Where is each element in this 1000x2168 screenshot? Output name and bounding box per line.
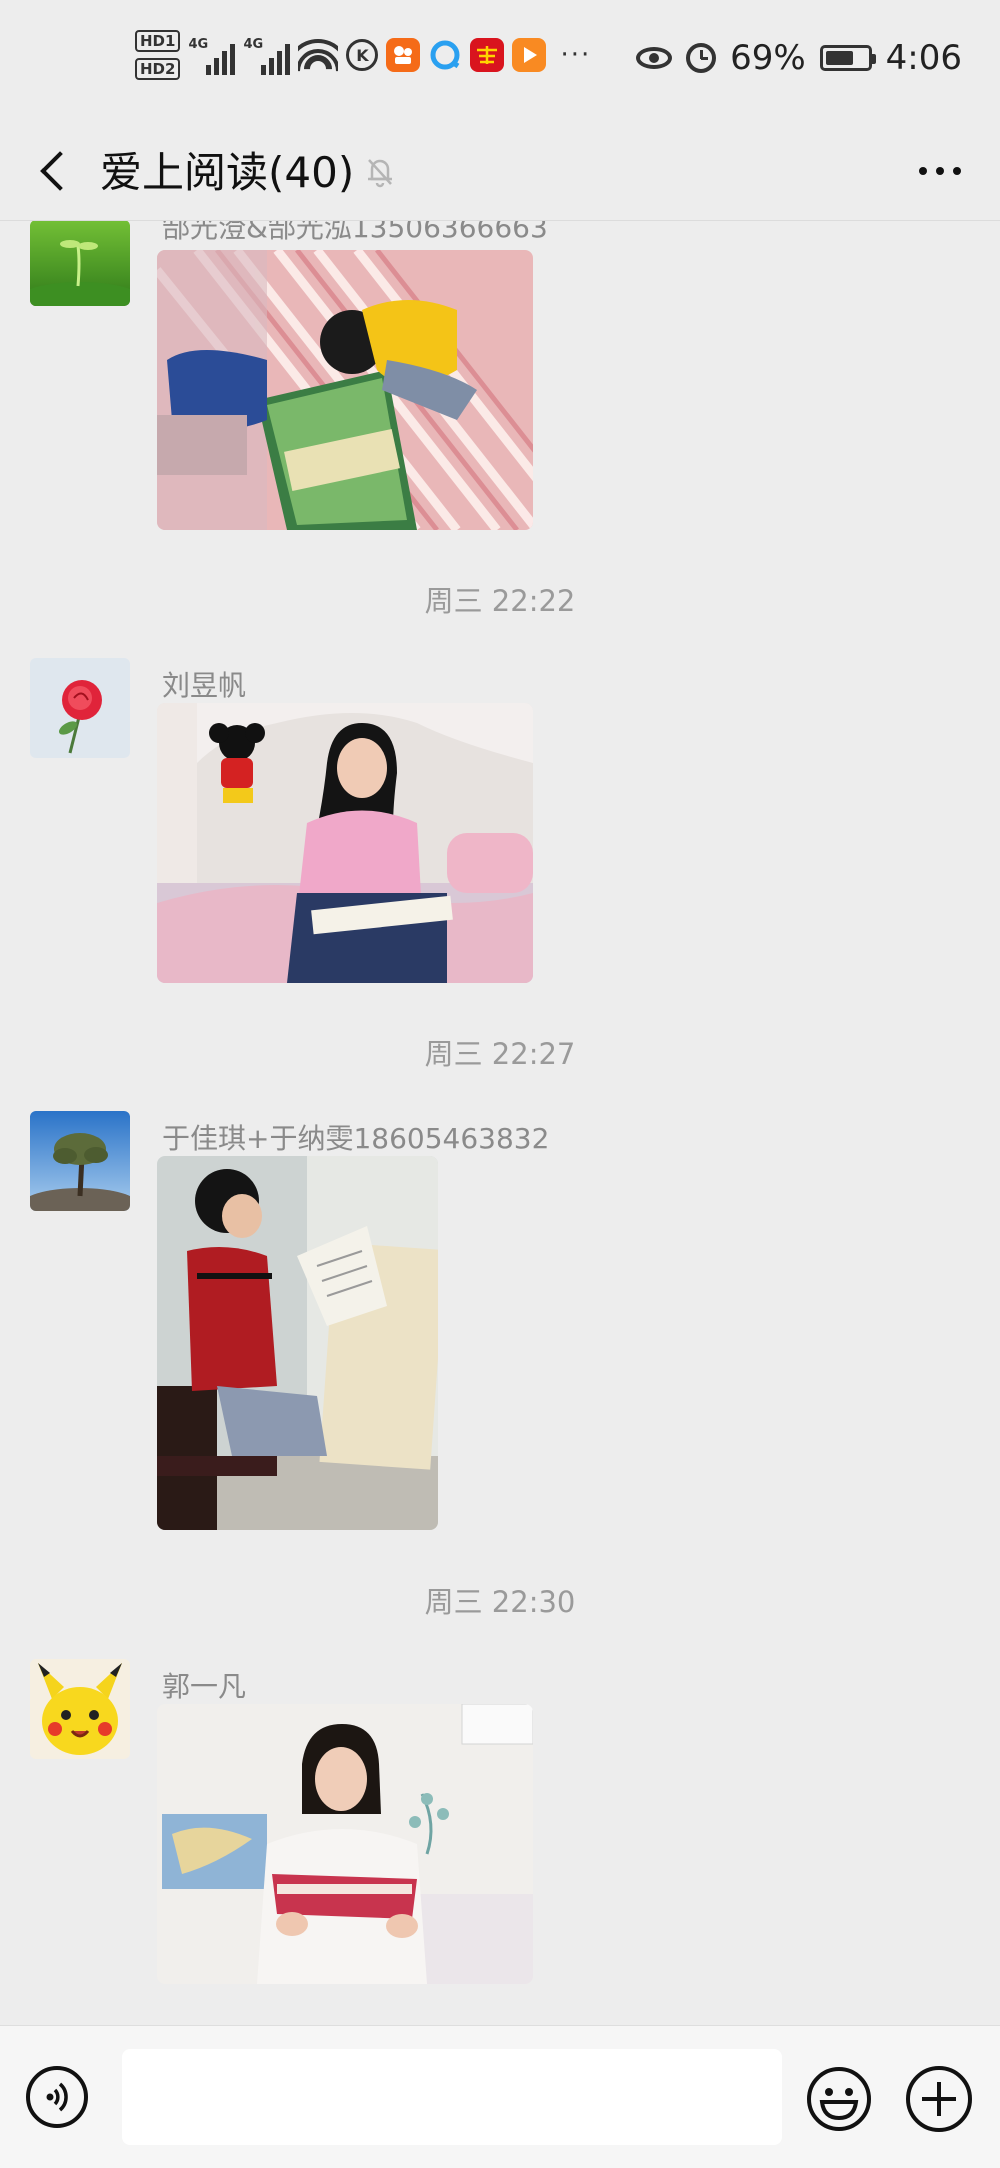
- voice-input-icon[interactable]: [26, 2066, 88, 2128]
- battery-percent: 69%: [730, 38, 806, 78]
- emoji-icon[interactable]: [806, 2066, 872, 2132]
- signal-1-icon: 4G: [188, 35, 236, 75]
- muted-bell-icon: [368, 159, 392, 188]
- timestamp: 周三 22:22: [424, 584, 576, 618]
- signal-2-icon: 4G: [243, 35, 291, 75]
- tree-avatar[interactable]: [30, 1111, 130, 1211]
- girl-reading-standing-photo[interactable]: [157, 1704, 533, 1984]
- status-bar: HD1 HD2 4G 4G K ··· 69% 4:06: [0, 0, 1000, 125]
- eye-comfort-icon: [636, 47, 673, 69]
- status-left: HD1 HD2 4G 4G K ···: [135, 30, 591, 80]
- sender-name: 郭一凡: [162, 1670, 247, 1703]
- input-bar: [0, 2025, 1000, 2168]
- rose-avatar[interactable]: [30, 658, 130, 758]
- girl-reading-at-desk-photo[interactable]: [157, 1156, 438, 1530]
- more-notifications-icon: ···: [560, 40, 592, 70]
- battery-icon: [819, 45, 876, 71]
- timestamp: 周三 22:30: [424, 1585, 576, 1619]
- alarm-icon: [686, 43, 717, 73]
- hd-indicator: HD1 HD2: [135, 30, 181, 80]
- clock: 4:06: [885, 38, 962, 78]
- pikachu-avatar[interactable]: [30, 1659, 130, 1759]
- chat-header: 爱上阅读(40): [0, 125, 1000, 221]
- hd2-label: HD2: [135, 58, 181, 80]
- sender-name: 刘昱帆: [162, 669, 247, 702]
- two-boys-reading-photo[interactable]: [157, 250, 533, 530]
- xuexi-icon: [470, 38, 505, 72]
- battery-level-fill: [825, 51, 854, 65]
- chat-title[interactable]: 爱上阅读(40): [100, 139, 354, 200]
- wifi-icon: [298, 37, 339, 73]
- message-input[interactable]: [122, 2049, 782, 2145]
- sender-name: 于佳琪+于纳雯18605463832: [162, 1122, 550, 1155]
- back-icon[interactable]: [34, 147, 82, 195]
- browser-icon: [428, 38, 462, 72]
- hd1-label: HD1: [135, 30, 181, 52]
- kuaishou-icon: [386, 38, 421, 72]
- sprout-avatar[interactable]: [30, 220, 130, 306]
- status-right: 69% 4:06: [636, 38, 962, 78]
- girl-reading-on-bed-photo[interactable]: [157, 703, 533, 983]
- plus-icon[interactable]: [906, 2066, 972, 2132]
- k-icon: K: [346, 39, 379, 71]
- video-icon: [512, 38, 547, 72]
- timestamp: 周三 22:27: [424, 1037, 576, 1071]
- more-options-icon[interactable]: [910, 147, 970, 195]
